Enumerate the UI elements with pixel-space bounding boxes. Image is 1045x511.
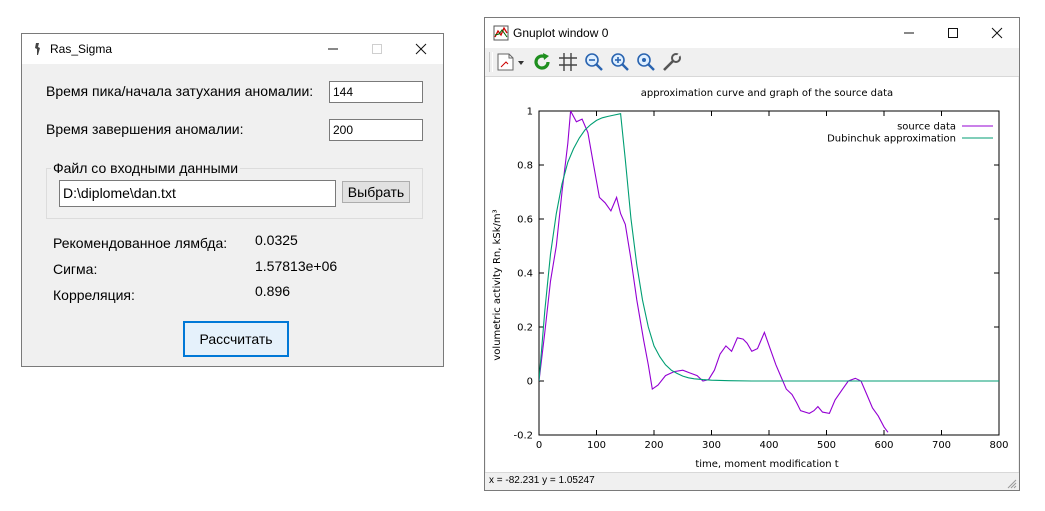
gnuplot-window: Gnuplot window 0 0 100 200 300 400 500 6…: [484, 17, 1020, 491]
y-tick-label: 1: [527, 107, 533, 118]
ras-sigma-window: Ras_Sigma Время пика/начала затухания ан…: [21, 33, 444, 367]
file-path-input[interactable]: D:\diplome\dan.txt: [59, 180, 336, 207]
zoom-out-icon[interactable]: [583, 51, 605, 73]
end-time-input[interactable]: 200: [329, 119, 423, 141]
minimize-icon: [904, 32, 914, 34]
maximize-icon: [948, 28, 958, 38]
chart-legend: source dataDubinchuk approximation: [827, 122, 993, 145]
minimize-icon: [328, 48, 338, 50]
status-bar: x = -82.231 y = 1.05247: [485, 472, 1019, 490]
x-tick-label: 800: [989, 440, 1008, 451]
ras-sigma-titlebar[interactable]: Ras_Sigma: [22, 34, 443, 64]
x-tick-label: 600: [874, 440, 893, 451]
gnuplot-toolbar: [485, 48, 1019, 77]
series-line-source-data: [539, 111, 889, 433]
gnuplot-window-title: Gnuplot window 0: [513, 26, 609, 40]
x-tick-label: 100: [587, 440, 606, 451]
chart-title: approximation curve and graph of the sou…: [641, 88, 893, 99]
x-tick-label: 200: [644, 440, 663, 451]
correlation-label: Корреляция:: [53, 287, 135, 303]
gnuplot-titlebar[interactable]: Gnuplot window 0: [485, 18, 1019, 48]
gnuplot-app-icon: [493, 25, 509, 41]
y-tick-label: -0.2: [513, 431, 533, 442]
x-tick-label: 0: [536, 440, 542, 451]
y-tick-label: 0.4: [517, 269, 533, 280]
zoom-in-icon[interactable]: [609, 51, 631, 73]
minimize-button[interactable]: [311, 34, 355, 64]
window-title: Ras_Sigma: [50, 42, 113, 56]
x-tick-label: 400: [759, 440, 778, 451]
zoom-reset-icon[interactable]: [635, 51, 657, 73]
correlation-value: 0.896: [255, 283, 291, 299]
lambda-label: Рекомендованное лямбда:: [53, 235, 228, 251]
copy-options-icon[interactable]: [495, 51, 527, 73]
x-tick-label: 300: [702, 440, 721, 451]
y-axis-label: volumetric activity Rn, kSk/m³: [492, 209, 503, 360]
plot-border: [538, 110, 1000, 436]
y-tick-label: 0.8: [517, 161, 533, 172]
resize-grip-icon[interactable]: [1005, 477, 1017, 489]
close-button[interactable]: [399, 34, 443, 64]
x-tick-label: 700: [932, 440, 951, 451]
peak-time-label: Время пика/начала затухания аномалии:: [46, 83, 314, 99]
y-tick-label: 0.2: [517, 323, 533, 334]
y-tick-label: 0.6: [517, 215, 533, 226]
sigma-value: 1.57813e+06: [255, 258, 338, 274]
toolbar-grip: [489, 52, 493, 72]
lambda-value: 0.0325: [255, 232, 298, 248]
cursor-coordinates: x = -82.231 y = 1.05247: [489, 475, 595, 486]
x-tick-label: 500: [817, 440, 836, 451]
refresh-icon[interactable]: [531, 51, 553, 73]
input-file-group-label: Файл со входными данными: [51, 160, 241, 176]
sigma-label: Сигма:: [53, 261, 98, 277]
app-icon: [35, 43, 40, 55]
chart: 0 100 200 300 400 500 600 700 800-0.200.20.40.60…: [492, 88, 1009, 470]
maximize-icon: [372, 44, 382, 54]
legend-entry-label: Dubinchuk approximation: [827, 134, 956, 145]
gnuplot-maximize-button[interactable]: [931, 18, 975, 48]
settings-wrench-icon[interactable]: [661, 51, 683, 73]
peak-time-input[interactable]: 144: [329, 81, 423, 103]
x-axis-label: time, moment modification t: [695, 459, 838, 470]
plot-area[interactable]: 0 100 200 300 400 500 600 700 800 -0.2 0 0.2 0.4 0.6 0…: [486, 77, 1018, 473]
legend-entry-label: source data: [897, 122, 956, 133]
gnuplot-close-button[interactable]: [975, 18, 1019, 48]
browse-button[interactable]: Выбрать: [342, 181, 410, 203]
maximize-button[interactable]: [355, 34, 399, 64]
y-tick-label: 0: [527, 377, 533, 388]
close-icon: [415, 43, 427, 55]
gnuplot-minimize-button[interactable]: [887, 18, 931, 48]
calculate-button[interactable]: Рассчитать: [183, 321, 289, 357]
close-icon: [991, 27, 1003, 39]
end-time-label: Время завершения аномалии:: [46, 121, 244, 137]
grid-icon[interactable]: [557, 51, 579, 73]
series-line-dubinchuk-approximation: [539, 113, 999, 382]
